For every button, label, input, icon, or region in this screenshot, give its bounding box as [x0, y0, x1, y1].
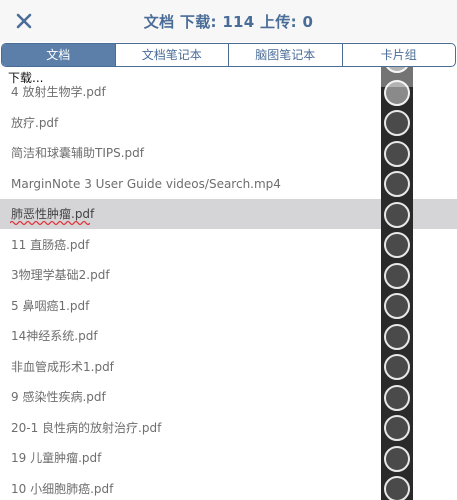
document-list: 下载... 4 放射生物学.pdf 放疗.pdf 简洁和球囊辅助TIPS.pdf Ma…: [0, 67, 457, 500]
download-toggle-button[interactable]: [384, 323, 410, 350]
segmented-tabs: 文档 文档笔记本 脑图笔记本 卡片组: [1, 43, 456, 67]
download-toggle-button[interactable]: [384, 201, 410, 228]
download-toggle-button[interactable]: [384, 232, 410, 258]
download-toggle-button[interactable]: [384, 415, 410, 441]
download-toggle-button[interactable]: [384, 476, 410, 500]
download-toggle-button[interactable]: [384, 262, 410, 289]
document-name: 11 直肠癌.pdf: [11, 237, 90, 252]
download-toggle-button[interactable]: [384, 171, 410, 197]
document-name: 5 鼻咽癌1.pdf: [11, 298, 90, 313]
tab-card-decks[interactable]: 卡片组: [341, 44, 456, 66]
download-toggle-button[interactable]: [384, 445, 410, 472]
document-name: 放疗.pdf: [11, 115, 59, 130]
document-name: 3物理学基础2.pdf: [11, 268, 110, 282]
document-name: 19 儿童肿瘤.pdf: [11, 451, 102, 465]
download-toggle-button[interactable]: [384, 354, 410, 380]
download-toggle-button[interactable]: [384, 140, 410, 167]
tab-document-notebooks[interactable]: 文档笔记本: [114, 44, 229, 66]
download-toggle-button[interactable]: [384, 384, 410, 411]
download-status-text: 下载...: [8, 71, 44, 85]
scroll-fade: [381, 67, 413, 87]
document-name: MarginNote 3 User Guide videos/Search.mp…: [11, 176, 281, 191]
tab-documents[interactable]: 文档: [2, 44, 115, 66]
download-toggle-button[interactable]: [384, 110, 410, 136]
document-name: 9 感染性疾病.pdf: [11, 390, 106, 404]
top-bar: 文档 下载: 114 上传: 0: [0, 0, 457, 42]
spellcheck-underline: [10, 220, 90, 226]
sync-status-title: 文档 下载: 114 上传: 0: [143, 13, 314, 31]
document-name: 20-1 良性病的放射治疗.pdf: [11, 420, 162, 435]
tab-mindmap-notebooks[interactable]: 脑图笔记本: [228, 44, 342, 66]
document-name: 14神经系统.pdf: [11, 329, 98, 343]
document-name: 10 小细胞肺癌.pdf: [11, 481, 114, 496]
document-name: 非血管成形术1.pdf: [11, 359, 114, 374]
download-toggle-button[interactable]: [384, 293, 410, 319]
document-name: 简洁和球囊辅助TIPS.pdf: [11, 146, 144, 160]
selection-column: [381, 67, 413, 500]
